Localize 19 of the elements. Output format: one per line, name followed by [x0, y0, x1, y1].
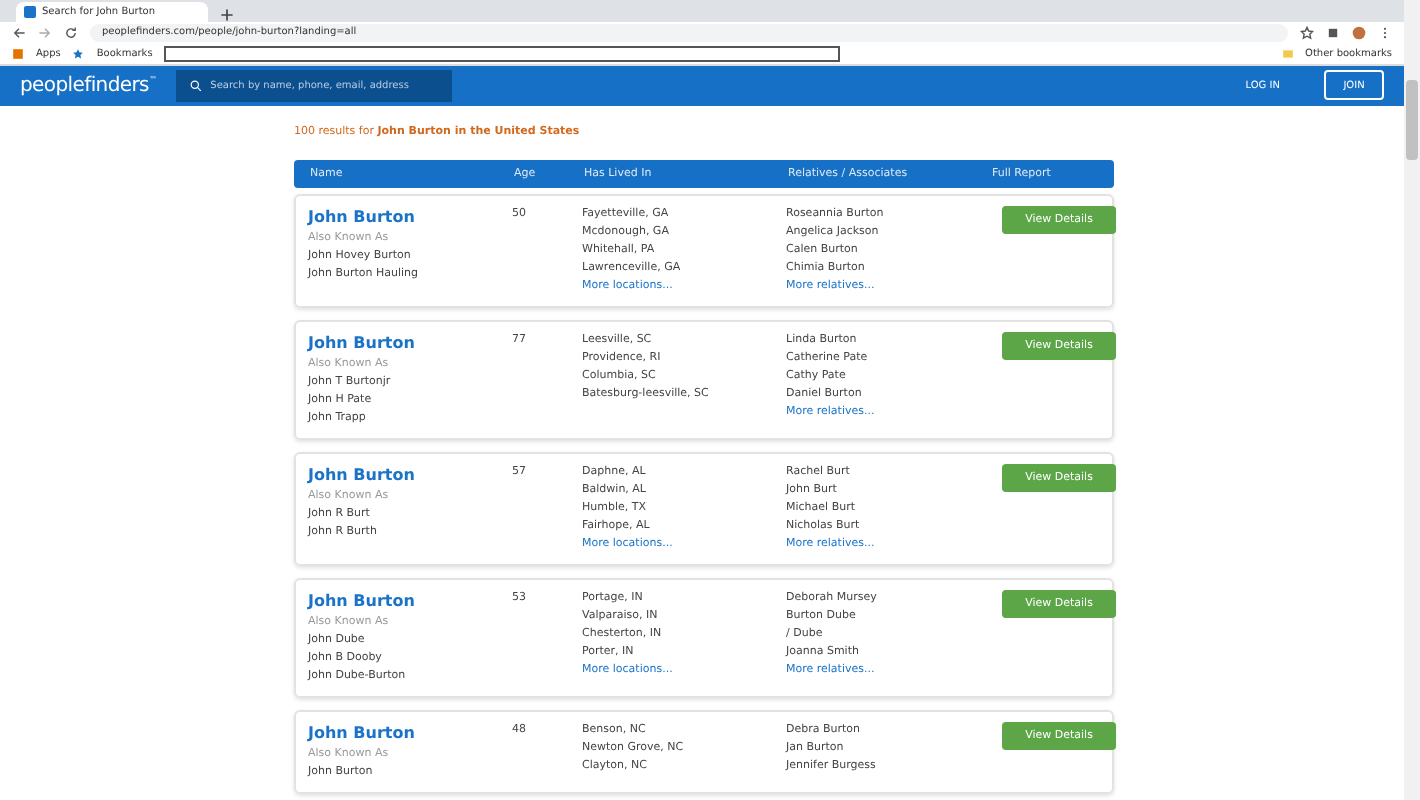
favicon-icon — [24, 5, 36, 18]
bookmark-field[interactable] — [164, 45, 841, 62]
back-icon — [12, 25, 26, 40]
star-icon — [72, 47, 85, 60]
forward-icon — [38, 25, 52, 40]
person-name[interactable]: John Burton — [308, 205, 512, 230]
reload-icon — [64, 25, 78, 40]
person-name[interactable]: John Burton — [308, 721, 512, 746]
menu-icon — [1378, 25, 1392, 40]
scrollbar-thumb[interactable] — [1406, 80, 1418, 160]
new-tab-icon — [220, 7, 234, 22]
person-name[interactable]: John Burton — [308, 589, 512, 614]
person-name[interactable]: John Burton — [308, 331, 512, 356]
folder-icon — [1281, 47, 1294, 60]
avatar-icon — [1352, 25, 1366, 40]
search-icon — [190, 79, 203, 92]
apps-icon — [12, 47, 24, 60]
star-icon — [1300, 25, 1314, 40]
person-name[interactable]: John Burton — [308, 463, 512, 488]
